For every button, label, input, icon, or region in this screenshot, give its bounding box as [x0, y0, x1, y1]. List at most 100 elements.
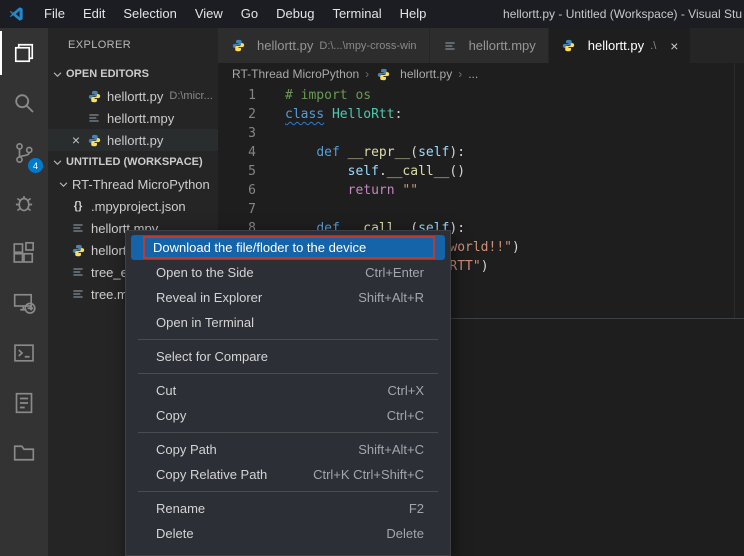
tree-folder-item[interactable]: RT-Thread MicroPython: [48, 173, 218, 195]
code-line: 3: [218, 124, 744, 143]
json-file-icon: {}: [70, 200, 86, 212]
menu-item-label: Select for Compare: [156, 349, 268, 364]
menu-item-label: Delete: [156, 526, 194, 541]
context-menu-item[interactable]: Reveal in Explorer Shift+Alt+R: [126, 285, 450, 310]
remote-device-activity-button[interactable]: [0, 278, 48, 328]
sidebar-title: EXPLORER: [48, 28, 218, 63]
menu-item-label: Rename: [156, 501, 205, 516]
line-number: 6: [218, 181, 272, 200]
tab-title: hellortt.py: [588, 38, 644, 53]
menu-bar: FileEditSelectionViewGoDebugTerminalHelp: [35, 0, 435, 28]
menubar-item-file[interactable]: File: [35, 0, 74, 28]
editor-tab[interactable]: hellortt.mpy: [430, 28, 549, 63]
menu-item-label: Reveal in Explorer: [156, 290, 262, 305]
line-number: 2: [218, 105, 272, 124]
file-name: .mpyproject.json: [91, 199, 186, 214]
menu-item-label: Open to the Side: [156, 265, 254, 280]
menu-shortcut: Ctrl+Enter: [365, 265, 424, 280]
menu-item-label: Open in Terminal: [156, 315, 254, 330]
debug-activity-button[interactable]: [0, 178, 48, 228]
open-editors-section-header[interactable]: OPEN EDITORS: [48, 63, 218, 85]
extensions-activity-button[interactable]: [0, 228, 48, 278]
terminal-icon: [12, 341, 36, 365]
chevron-down-icon: [52, 69, 63, 80]
context-menu-item[interactable]: CopyCtrl+C: [126, 403, 450, 428]
menubar-item-go[interactable]: Go: [232, 0, 267, 28]
mpy-file-icon: [442, 40, 458, 52]
line-number: 3: [218, 124, 272, 143]
tab-title: hellortt.mpy: [469, 38, 536, 53]
editor-tab[interactable]: hellortt.py .\ ×: [549, 28, 692, 63]
breadcrumb-item[interactable]: RT-Thread MicroPython: [232, 67, 359, 81]
breadcrumb-label: ...: [468, 67, 478, 81]
context-menu-item[interactable]: Open in Terminal: [126, 310, 450, 335]
menu-item-label: Copy: [156, 408, 186, 423]
file-name: hellortt.mpy: [107, 111, 174, 126]
editor-tab[interactable]: hellortt.pyD:\...\mpy-cross-win: [218, 28, 430, 63]
menubar-item-view[interactable]: View: [186, 0, 232, 28]
python-file-icon: [70, 244, 86, 257]
line-number: 1: [218, 86, 272, 105]
menubar-item-edit[interactable]: Edit: [74, 0, 114, 28]
python-file-icon: [561, 39, 577, 52]
menubar-item-terminal[interactable]: Terminal: [323, 0, 390, 28]
terminal-activity-button[interactable]: [0, 328, 48, 378]
output-log-activity-button[interactable]: [0, 378, 48, 428]
context-menu-item[interactable]: Open to the Side Ctrl+Enter: [126, 260, 450, 285]
menu-separator: [138, 432, 438, 433]
explorer-activity-button[interactable]: [0, 28, 48, 78]
menubar-item-debug[interactable]: Debug: [267, 0, 323, 28]
code-line: 5 self.__call__(): [218, 162, 744, 181]
menu-item-label: Cut: [156, 383, 176, 398]
workspace-section-header[interactable]: UNTITLED (WORKSPACE): [48, 151, 218, 173]
context-menu-item[interactable]: Copy Relative PathCtrl+K Ctrl+Shift+C: [126, 462, 450, 487]
source-control-badge: 4: [28, 158, 43, 173]
mpy-file-icon: [86, 112, 102, 124]
context-menu-item[interactable]: Copy PathShift+Alt+C: [126, 437, 450, 462]
tree-file-item[interactable]: {} .mpyproject.json: [48, 195, 218, 217]
close-icon[interactable]: ×: [66, 132, 86, 148]
editor-tab-bar: hellortt.pyD:\...\mpy-cross-winhellortt.…: [218, 28, 744, 63]
explorer-icon: [12, 41, 36, 65]
menubar-item-help[interactable]: Help: [391, 0, 436, 28]
activity-bar: 4: [0, 28, 48, 556]
context-menu: Download the file/floder to the device Op…: [125, 230, 451, 556]
context-menu-item[interactable]: Cut Ctrl+X: [126, 378, 450, 403]
open-editor-item[interactable]: hellortt.pyD:\micr...: [48, 85, 218, 107]
code-line: 2class HelloRtt:: [218, 105, 744, 124]
breadcrumb-item[interactable]: hellortt.py: [375, 67, 452, 81]
context-menu-item[interactable]: DeleteDelete: [126, 521, 450, 546]
menu-item-label: Download the file/floder to the device: [153, 240, 366, 255]
vscode-logo-icon: [9, 6, 25, 22]
window-title: hellortt.py - Untitled (Workspace) - Vis…: [503, 7, 742, 21]
open-editor-item[interactable]: hellortt.mpy: [48, 107, 218, 129]
menubar-item-selection[interactable]: Selection: [114, 0, 185, 28]
python-file-icon: [86, 90, 102, 103]
line-number: 4: [218, 143, 272, 162]
context-menu-item[interactable]: Select for Compare: [126, 344, 450, 369]
mpy-file-icon: [70, 266, 86, 278]
menu-shortcut: Ctrl+X: [388, 383, 424, 398]
close-icon[interactable]: ×: [670, 38, 678, 54]
folder-view-activity-button[interactable]: [0, 428, 48, 478]
editor-scrollbar[interactable]: [734, 63, 744, 318]
mpy-file-icon: [70, 288, 86, 300]
breadcrumb-item[interactable]: ...: [468, 67, 478, 81]
breadcrumb-label: RT-Thread MicroPython: [232, 67, 359, 81]
menu-shortcut: F2: [409, 501, 424, 516]
search-activity-button[interactable]: [0, 78, 48, 128]
line-number: 7: [218, 200, 272, 219]
chevron-down-icon: [58, 179, 69, 190]
tab-title: hellortt.py: [257, 38, 313, 53]
menu-shortcut: Shift+Alt+C: [358, 442, 424, 457]
open-editor-item[interactable]: × hellortt.py: [48, 129, 218, 151]
python-file-icon: [375, 68, 391, 81]
source-control-activity-button[interactable]: 4: [0, 128, 48, 178]
file-name: RT-Thread MicroPython: [72, 177, 210, 192]
file-name: hellortt.py: [107, 133, 163, 148]
context-menu-item[interactable]: Download the file/floder to the device: [131, 235, 445, 260]
context-menu-item[interactable]: Rename F2: [126, 496, 450, 521]
menu-shortcut: Shift+Alt+R: [358, 290, 424, 305]
python-file-icon: [230, 39, 246, 52]
tab-path: .\: [650, 40, 656, 52]
